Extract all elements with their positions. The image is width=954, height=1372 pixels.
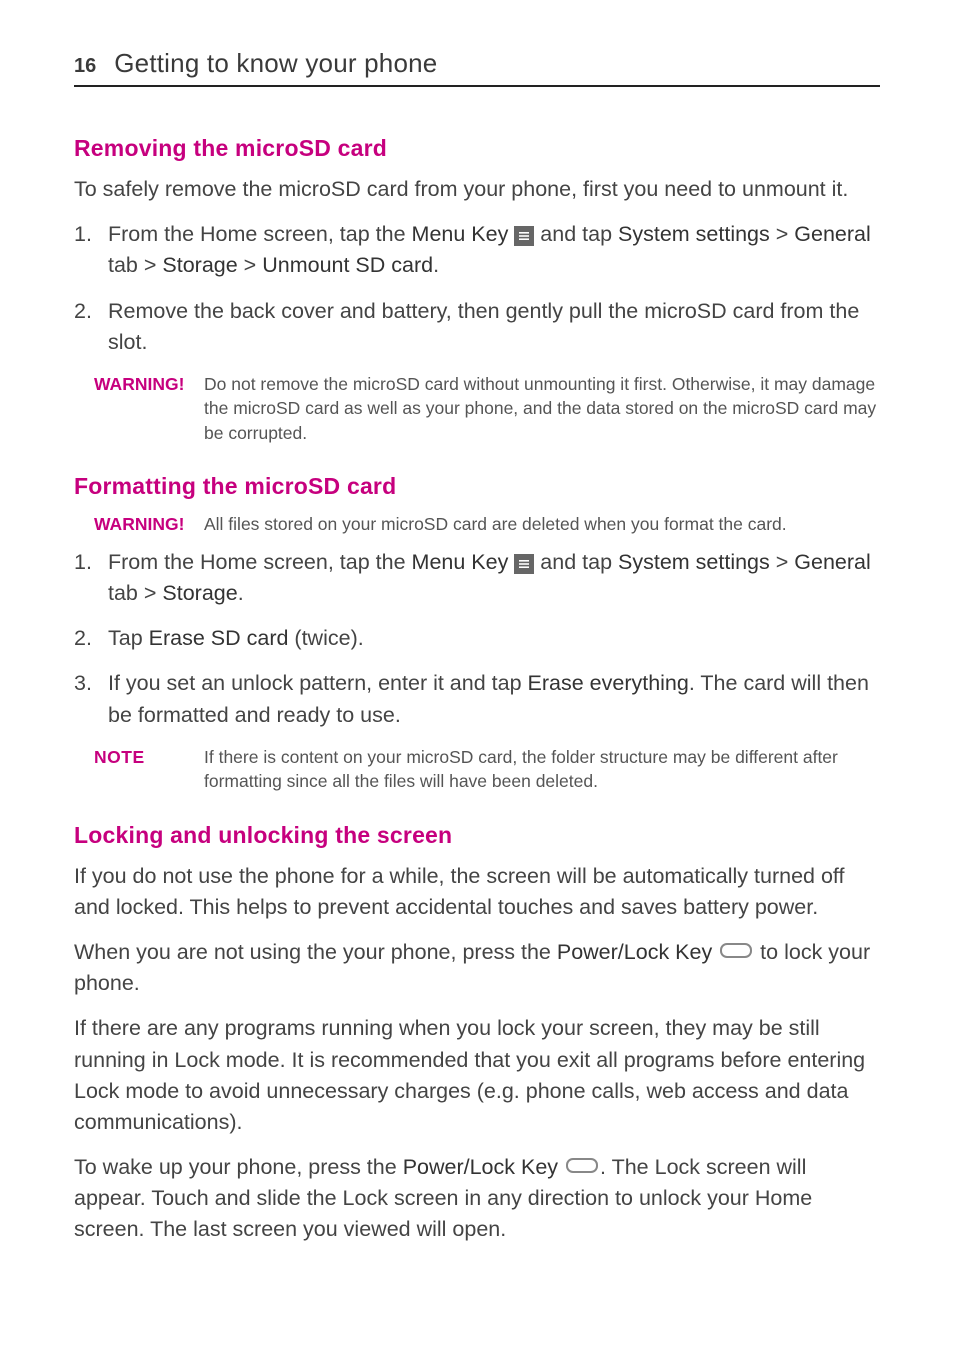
- text: If you set an unlock pattern, enter it a…: [108, 671, 528, 695]
- page-header: 16 Getting to know your phone: [74, 48, 880, 87]
- text: tab >: [108, 581, 162, 605]
- formatting-step-1: From the Home screen, tap the Menu Key a…: [74, 547, 880, 609]
- warning-label: WARNING!: [94, 512, 204, 537]
- unmount-label: Unmount SD card: [262, 253, 433, 277]
- power-lock-key-label: Power/Lock Key: [403, 1155, 558, 1179]
- power-lock-key-icon: [720, 943, 752, 958]
- removing-warning: WARNING! Do not remove the microSD card …: [94, 372, 880, 446]
- text: When you are not using the your phone, p…: [74, 940, 557, 964]
- removing-intro: To safely remove the microSD card from y…: [74, 174, 880, 205]
- manual-page: 16 Getting to know your phone Removing t…: [0, 0, 954, 1320]
- storage-label: Storage: [162, 253, 237, 277]
- power-lock-key-icon: [566, 1158, 598, 1173]
- system-settings-label: System settings: [618, 550, 770, 574]
- system-settings-label: System settings: [618, 222, 770, 246]
- chapter-title: Getting to know your phone: [114, 48, 437, 79]
- removing-step-1: From the Home screen, tap the Menu Key a…: [74, 219, 880, 281]
- page-number: 16: [74, 55, 96, 78]
- text: Tap: [108, 626, 149, 650]
- warning-text: All files stored on your microSD card ar…: [204, 512, 880, 537]
- text: >: [770, 550, 795, 574]
- text: .: [238, 581, 244, 605]
- formatting-step-3: If you set an unlock pattern, enter it a…: [74, 668, 880, 730]
- section-title-locking: Locking and unlocking the screen: [74, 822, 880, 849]
- locking-p4: To wake up your phone, press the Power/L…: [74, 1152, 880, 1246]
- menu-key-icon: [514, 554, 534, 574]
- note-label: NOTE: [94, 745, 204, 794]
- text: and tap: [534, 550, 618, 574]
- section-title-removing: Removing the microSD card: [74, 135, 880, 162]
- general-label: General: [794, 222, 871, 246]
- general-label: General: [794, 550, 871, 574]
- text: To wake up your phone, press the: [74, 1155, 403, 1179]
- text: >: [238, 253, 263, 277]
- warning-label: WARNING!: [94, 372, 204, 446]
- removing-steps: From the Home screen, tap the Menu Key a…: [74, 219, 880, 358]
- menu-key-label: Menu Key: [412, 222, 509, 246]
- formatting-step-2: Tap Erase SD card (twice).: [74, 623, 880, 654]
- note-text: If there is content on your microSD card…: [204, 745, 880, 794]
- locking-p1: If you do not use the phone for a while,…: [74, 861, 880, 923]
- removing-step-2: Remove the back cover and battery, then …: [74, 296, 880, 358]
- text: tab >: [108, 253, 162, 277]
- text: .: [433, 253, 439, 277]
- menu-key-label: Menu Key: [412, 550, 509, 574]
- locking-p2: When you are not using the your phone, p…: [74, 937, 880, 999]
- formatting-steps: From the Home screen, tap the Menu Key a…: [74, 547, 880, 731]
- power-lock-key-label: Power/Lock Key: [557, 940, 712, 964]
- text: From the Home screen, tap the: [108, 550, 412, 574]
- text: >: [770, 222, 795, 246]
- section-title-formatting: Formatting the microSD card: [74, 473, 880, 500]
- locking-p3: If there are any programs running when y…: [74, 1013, 880, 1138]
- formatting-note: NOTE If there is content on your microSD…: [94, 745, 880, 794]
- formatting-warning: WARNING! All files stored on your microS…: [94, 512, 880, 537]
- warning-text: Do not remove the microSD card without u…: [204, 372, 880, 446]
- menu-key-icon: [514, 226, 534, 246]
- storage-label: Storage: [162, 581, 237, 605]
- text: (twice).: [288, 626, 363, 650]
- text: From the Home screen, tap the: [108, 222, 412, 246]
- erase-sd-label: Erase SD card: [149, 626, 289, 650]
- erase-everything-label: Erase everything: [528, 671, 689, 695]
- text: and tap: [534, 222, 618, 246]
